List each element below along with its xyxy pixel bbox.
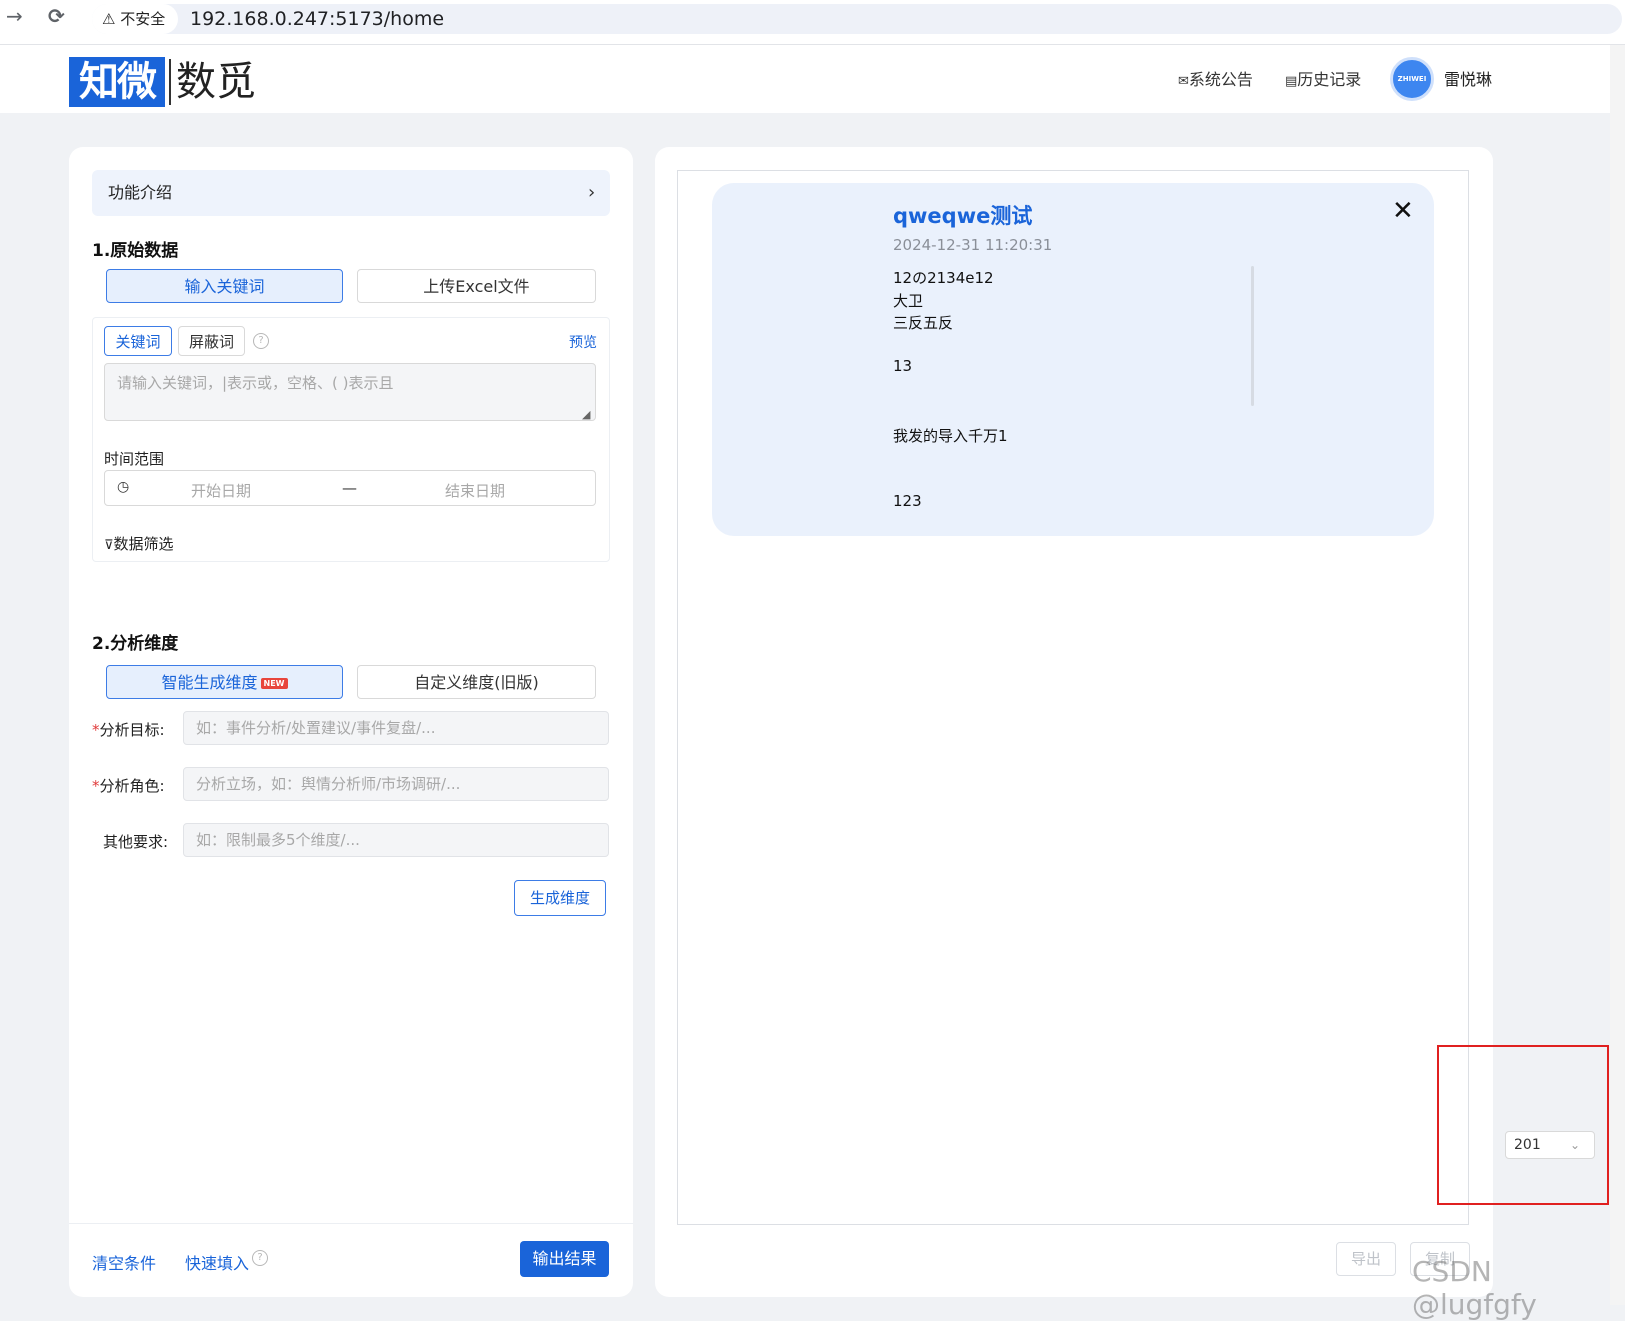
quick-fill-label: 快速填入 bbox=[185, 1254, 250, 1273]
new-badge: NEW bbox=[260, 678, 288, 689]
field-label-role: *分析角色: bbox=[92, 775, 165, 796]
result-timestamp: 2024-12-31 11:20:31 bbox=[893, 236, 1053, 254]
result-line: 12の2134e12 bbox=[893, 269, 994, 287]
warning-icon: ⚠ bbox=[102, 10, 116, 28]
url-text[interactable]: 192.168.0.247:5173/home bbox=[190, 4, 444, 34]
field-label-goal: *分析目标: bbox=[92, 719, 165, 740]
history-link[interactable]: ▤历史记录 bbox=[1285, 68, 1361, 94]
data-filter-label: 数据筛选 bbox=[113, 535, 174, 553]
forward-arrow-icon[interactable]: → bbox=[6, 4, 23, 28]
keyword-input[interactable]: 请输入关键词，|表示或，空格、( )表示且 bbox=[104, 363, 596, 421]
other-requirements-input[interactable]: 如：限制最多5个维度/... bbox=[183, 823, 609, 857]
tab-input-keywords[interactable]: 输入关键词 bbox=[106, 269, 343, 303]
document-icon: ▤ bbox=[1285, 74, 1298, 89]
logo-divider bbox=[169, 59, 171, 105]
section-title-raw-data: 1.原始数据 bbox=[92, 241, 179, 261]
announcement-link[interactable]: ✉系统公告 bbox=[1178, 68, 1253, 94]
tab-keywords[interactable]: 关键词 bbox=[104, 326, 172, 356]
avatar[interactable]: ZHIWEI bbox=[1390, 57, 1434, 101]
export-button[interactable]: 导出 bbox=[1336, 1242, 1396, 1276]
tab-blocked-words[interactable]: 屏蔽词 bbox=[178, 326, 245, 356]
result-line: 大卫 bbox=[893, 292, 924, 310]
result-line: 13 bbox=[893, 357, 913, 375]
close-icon[interactable]: ✕ bbox=[1392, 196, 1414, 226]
footer-divider bbox=[69, 1223, 633, 1224]
security-chip[interactable]: ⚠ 不安全 bbox=[92, 4, 178, 34]
generate-dimensions-button[interactable]: 生成维度 bbox=[514, 880, 606, 916]
quick-fill-button[interactable]: 快速填入 bbox=[185, 1250, 249, 1274]
field-label-text: 分析角色: bbox=[99, 777, 165, 795]
field-label-text: 分析目标: bbox=[99, 721, 165, 739]
announcement-label: 系统公告 bbox=[1188, 70, 1253, 89]
required-mark: * bbox=[92, 777, 100, 795]
chevron-down-icon[interactable]: ⌄ bbox=[1570, 1131, 1580, 1159]
result-line: 三反五反 bbox=[893, 314, 954, 332]
time-range-label: 时间范围 bbox=[104, 450, 165, 468]
analysis-role-input[interactable]: 分析立场，如：舆情分析师/市场调研/... bbox=[183, 767, 609, 801]
end-date-input[interactable]: 结束日期 bbox=[445, 480, 505, 501]
highlight-box bbox=[1437, 1045, 1609, 1205]
mail-icon: ✉ bbox=[1178, 74, 1189, 89]
username[interactable]: 雷悦琳 bbox=[1444, 68, 1492, 92]
preview-link[interactable]: 预览 bbox=[569, 332, 597, 352]
tab-custom-dimensions[interactable]: 自定义维度(旧版) bbox=[357, 665, 596, 699]
clear-conditions-button[interactable]: 清空条件 bbox=[92, 1250, 156, 1274]
resize-handle-icon[interactable]: ◢ bbox=[582, 408, 590, 421]
tab-smart-dimensions[interactable]: 智能生成维度 NEW bbox=[106, 665, 343, 699]
date-separator: — bbox=[342, 479, 357, 497]
required-mark: * bbox=[92, 721, 100, 739]
logo-mark: 知微 bbox=[69, 57, 165, 107]
filter-icon: ⊽ bbox=[104, 538, 114, 553]
field-label-text: 其他要求: bbox=[103, 833, 169, 851]
result-card bbox=[712, 183, 1434, 536]
data-filter-toggle[interactable]: ⊽数据筛选 bbox=[104, 533, 174, 554]
smart-dimensions-label: 智能生成维度 bbox=[161, 673, 258, 692]
analysis-goal-input[interactable]: 如：事件分析/处置建议/事件复盘/... bbox=[183, 711, 609, 745]
history-label: 历史记录 bbox=[1297, 70, 1362, 89]
value-select[interactable]: 201 bbox=[1505, 1131, 1595, 1159]
result-line: 我发的导入千万1 bbox=[893, 427, 1008, 445]
clock-icon: ◷ bbox=[117, 479, 130, 495]
help-icon[interactable]: ? bbox=[253, 333, 269, 349]
security-label: 不安全 bbox=[120, 10, 166, 28]
watermark: CSDN @lugfgfy bbox=[1412, 1255, 1537, 1321]
output-results-button[interactable]: 输出结果 bbox=[520, 1241, 609, 1277]
result-line: 123 bbox=[893, 492, 922, 510]
section-title-dimensions: 2.分析维度 bbox=[92, 634, 179, 654]
field-label-other: 其他要求: bbox=[103, 831, 168, 852]
logo-text: 数觅 bbox=[176, 59, 256, 105]
start-date-input[interactable]: 开始日期 bbox=[191, 480, 251, 501]
feature-intro-bar[interactable]: 功能介绍 bbox=[92, 170, 610, 216]
reload-icon[interactable]: ⟳ bbox=[48, 4, 65, 28]
card-scrollbar[interactable] bbox=[1251, 266, 1254, 406]
tab-upload-excel[interactable]: 上传Excel文件 bbox=[357, 269, 596, 303]
result-title[interactable]: qweqwe测试 bbox=[893, 200, 1032, 230]
help-icon[interactable]: ? bbox=[252, 1250, 268, 1266]
chevron-right-icon: › bbox=[588, 182, 596, 203]
page-scrollbar[interactable] bbox=[1610, 45, 1625, 1305]
